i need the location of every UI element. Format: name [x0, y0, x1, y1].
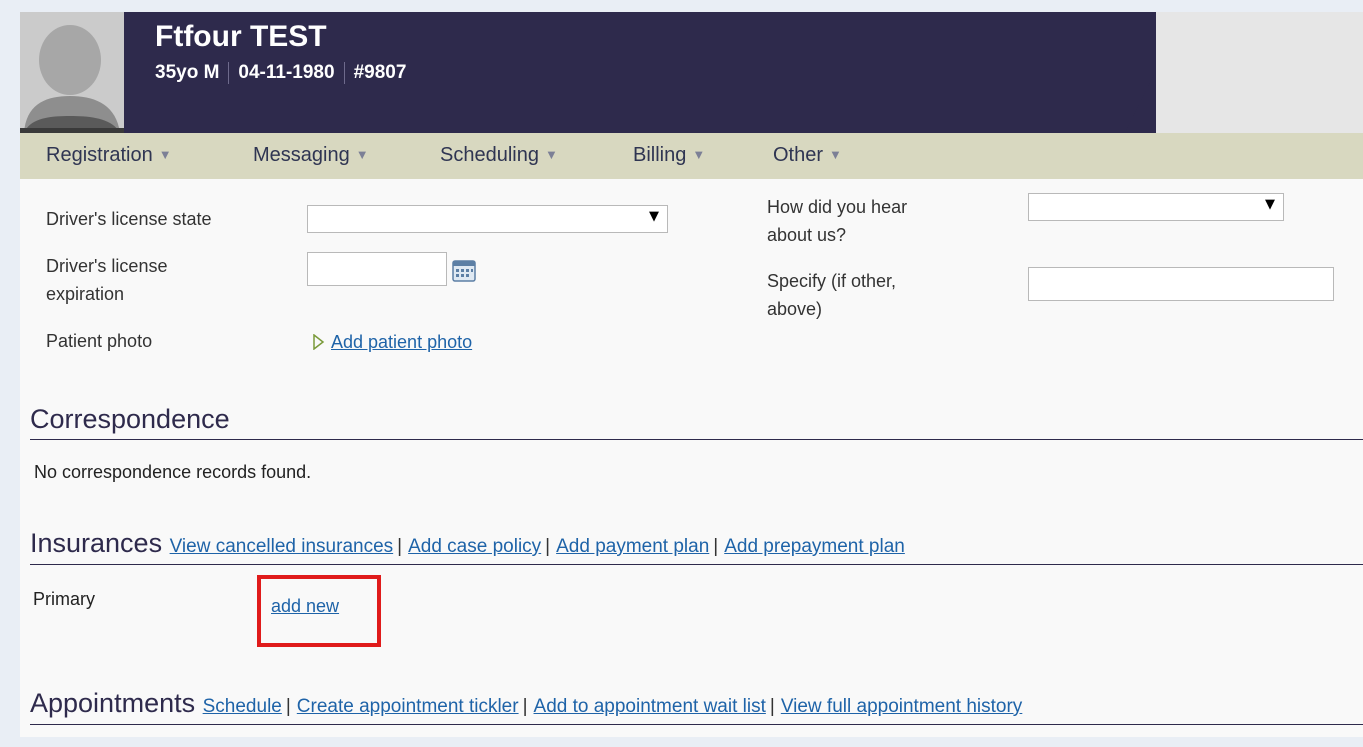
dl-state-select[interactable]: ▼: [307, 205, 668, 233]
add-payment-plan-link[interactable]: Add payment plan: [556, 536, 709, 557]
hear-about-label-line2: about us?: [767, 225, 847, 245]
link-separator: |: [285, 696, 291, 717]
patient-name: Ftfour TEST: [155, 20, 327, 53]
dl-expiration-label: Driver's license expiration: [46, 252, 167, 308]
select-arrow-icon: ▼: [1265, 197, 1275, 212]
patient-chart-frame: Ftfour TEST 35yo M 04-11-1980 #9807 Regi…: [20, 12, 1363, 737]
dl-expiration-label-line2: expiration: [46, 284, 125, 304]
menu-label: Registration: [46, 144, 153, 166]
patient-dob: 04-11-1980: [238, 62, 335, 83]
menu-label: Scheduling: [440, 144, 539, 166]
correspondence-title: Correspondence: [30, 404, 230, 434]
appointments-section-header: Appointments Schedule | Create appointment…: [30, 688, 1022, 719]
specify-label: Specify (if other, above): [767, 267, 896, 323]
caret-down-icon: ▼: [158, 147, 172, 162]
specify-label-line2: above): [767, 299, 823, 319]
select-arrow-icon: ▼: [649, 209, 659, 224]
create-appointment-tickler-link[interactable]: Create appointment tickler: [297, 696, 519, 717]
insurances-title: Insurances: [30, 528, 163, 558]
correspondence-divider: [30, 439, 1363, 440]
link-separator: |: [713, 536, 719, 557]
appointments-divider: [30, 724, 1363, 725]
hear-about-label: How did you hear about us?: [767, 193, 907, 249]
link-separator: |: [545, 536, 551, 557]
view-appointment-history-link[interactable]: View full appointment history: [781, 696, 1023, 717]
person-silhouette-icon: [20, 12, 124, 133]
appointments-links: Schedule | Create appointment tickler | Add …: [203, 696, 1023, 717]
insurances-section-header: Insurances View cancelled insurances | Add…: [30, 528, 905, 559]
menu-other[interactable]: Other ▼: [773, 144, 842, 167]
link-separator: |: [769, 696, 775, 717]
dl-expiration-label-line1: Driver's license: [46, 256, 168, 276]
banner-arrow-shape: [1121, 12, 1155, 133]
patient-chart-id: #9807: [353, 62, 407, 83]
menu-messaging[interactable]: Messaging ▼: [253, 144, 369, 167]
menu-label: Billing: [633, 144, 687, 166]
caret-down-icon: ▼: [544, 147, 558, 162]
insurances-divider: [30, 564, 1363, 565]
caret-down-icon: ▼: [829, 147, 842, 162]
insurances-links: View cancelled insurances | Add case polic…: [170, 536, 905, 557]
appointments-title: Appointments: [30, 688, 196, 718]
add-patient-photo-link[interactable]: Add patient photo: [331, 332, 472, 353]
add-prepayment-plan-link[interactable]: Add prepayment plan: [724, 536, 905, 557]
menu-registration[interactable]: Registration ▼: [46, 144, 172, 167]
specify-input[interactable]: [1028, 267, 1334, 301]
play-outline-icon: [313, 334, 325, 350]
hear-about-select[interactable]: ▼: [1028, 193, 1284, 221]
primary-insurance-label: Primary: [33, 589, 95, 609]
correspondence-empty-text: No correspondence records found.: [34, 462, 312, 482]
patient-header: Ftfour TEST 35yo M 04-11-1980 #9807: [20, 12, 1363, 133]
menu-billing[interactable]: Billing ▼: [633, 144, 705, 167]
schedule-link[interactable]: Schedule: [203, 696, 282, 717]
caret-down-icon: ▼: [355, 147, 369, 162]
patient-meta: 35yo M 04-11-1980 #9807: [155, 62, 406, 84]
hear-about-label-line1: How did you hear: [767, 197, 908, 217]
calendar-icon[interactable]: [452, 258, 476, 282]
add-case-policy-link[interactable]: Add case policy: [408, 536, 541, 557]
meta-divider: [343, 62, 345, 84]
main-menu-bar: Registration ▼ Messaging ▼ Scheduling ▼ Bil…: [20, 133, 1363, 179]
patient-age-sex: 35yo M: [155, 62, 220, 83]
menu-label: Messaging: [253, 144, 350, 166]
meta-divider: [228, 62, 230, 84]
link-separator: |: [522, 696, 528, 717]
menu-scheduling[interactable]: Scheduling ▼: [440, 144, 558, 167]
highlight-box: [257, 575, 381, 647]
view-cancelled-insurances-link[interactable]: View cancelled insurances: [170, 536, 394, 557]
add-to-wait-list-link[interactable]: Add to appointment wait list: [534, 696, 766, 717]
specify-label-line1: Specify (if other,: [767, 271, 897, 291]
menu-label: Other: [773, 144, 824, 166]
link-separator: |: [397, 536, 403, 557]
patient-photo-label: Patient photo: [46, 331, 153, 351]
dl-expiration-input[interactable]: [307, 252, 447, 286]
caret-down-icon: ▼: [692, 147, 706, 162]
patient-avatar: [20, 12, 124, 133]
dl-state-label: Driver's license state: [46, 209, 212, 229]
